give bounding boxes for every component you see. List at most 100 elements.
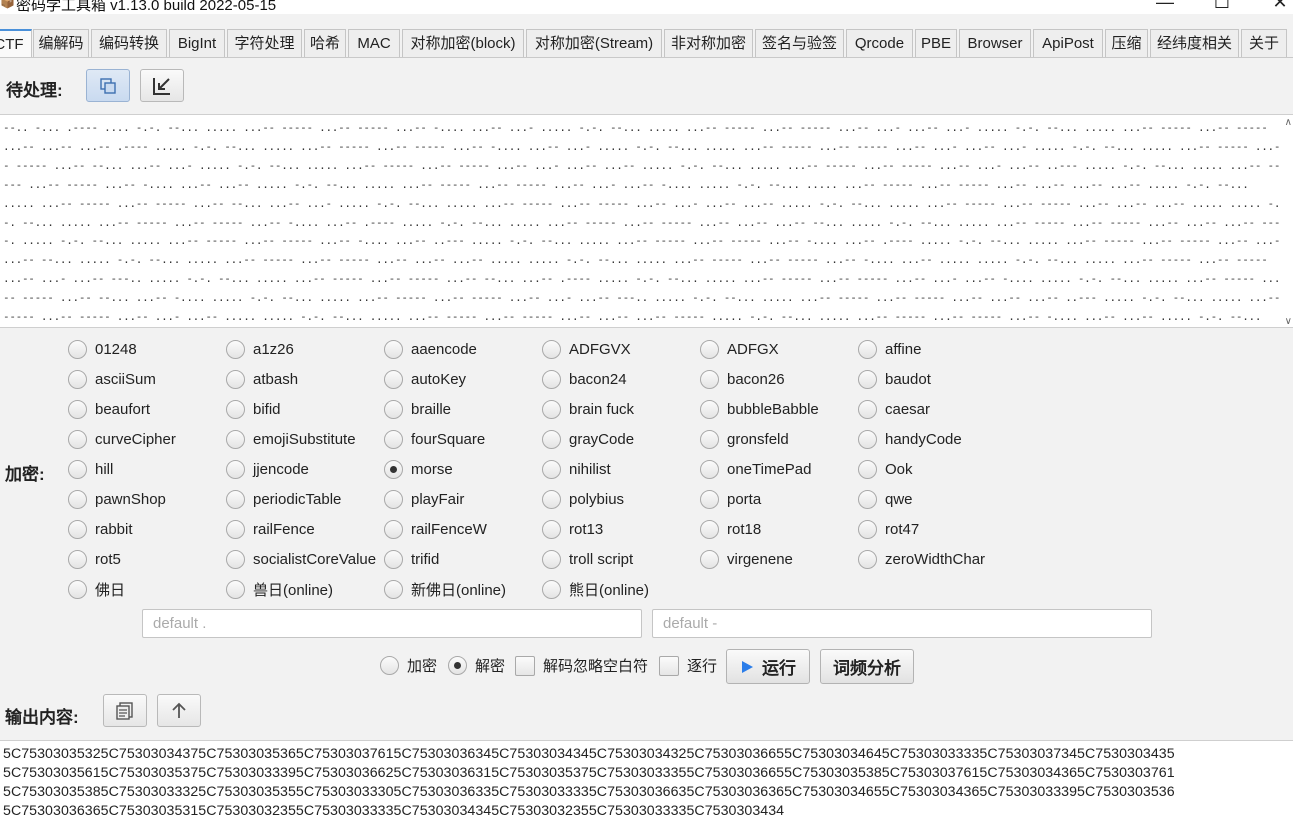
cipher-option[interactable]: rot13 xyxy=(542,517,603,541)
move-up-button[interactable] xyxy=(157,694,201,727)
scroll-down-icon[interactable]: ∨ xyxy=(1285,316,1292,327)
encrypt-option[interactable]: 加密 xyxy=(380,655,437,676)
cipher-option[interactable]: baudot xyxy=(858,367,931,391)
decrypt-radio[interactable] xyxy=(448,656,467,675)
tab-sign-verify[interactable]: 签名与验签 xyxy=(755,29,844,57)
cipher-option[interactable]: bacon24 xyxy=(542,367,627,391)
cipher-option[interactable]: troll script xyxy=(542,547,633,571)
frequency-analysis-button[interactable]: 词频分析 xyxy=(820,649,914,684)
cipher-radio[interactable] xyxy=(858,429,877,449)
cipher-radio[interactable] xyxy=(542,459,561,479)
cipher-option[interactable]: jjencode xyxy=(226,457,309,481)
cipher-radio[interactable] xyxy=(542,489,561,509)
per-line-option[interactable]: 逐行 xyxy=(659,655,717,676)
cipher-radio[interactable] xyxy=(700,399,719,419)
cipher-radio[interactable] xyxy=(226,519,245,539)
cipher-radio[interactable] xyxy=(384,429,403,449)
tab-symmetric-stream[interactable]: 对称加密(Stream) xyxy=(526,29,662,57)
cipher-radio[interactable] xyxy=(858,459,877,479)
cipher-option[interactable]: aaencode xyxy=(384,337,477,361)
cipher-radio[interactable] xyxy=(542,519,561,539)
cipher-option[interactable]: 兽日(online) xyxy=(226,577,333,601)
cipher-radio[interactable] xyxy=(542,369,561,389)
cipher-radio[interactable] xyxy=(542,549,561,569)
copy-input-button[interactable] xyxy=(86,69,130,102)
cipher-radio[interactable] xyxy=(226,429,245,449)
cipher-radio[interactable] xyxy=(68,369,87,389)
cipher-radio[interactable] xyxy=(384,369,403,389)
tab-hash[interactable]: 哈希 xyxy=(304,29,346,57)
cipher-option[interactable]: grayCode xyxy=(542,427,634,451)
cipher-radio[interactable] xyxy=(384,519,403,539)
cipher-option[interactable]: morse xyxy=(384,457,453,481)
cipher-option[interactable]: gronsfeld xyxy=(700,427,789,451)
cipher-option[interactable]: 佛日 xyxy=(68,577,125,601)
cipher-radio[interactable] xyxy=(226,369,245,389)
cipher-radio[interactable] xyxy=(226,339,245,359)
cipher-radio[interactable] xyxy=(68,429,87,449)
import-button[interactable] xyxy=(140,69,184,102)
cipher-option[interactable]: nihilist xyxy=(542,457,611,481)
tab-browser[interactable]: Browser xyxy=(959,29,1031,57)
copy-output-button[interactable] xyxy=(103,694,147,727)
cipher-radio[interactable] xyxy=(226,579,245,599)
tab-ctf[interactable]: CTF xyxy=(0,29,32,57)
tab-string-process[interactable]: 字符处理 xyxy=(227,29,302,57)
cipher-option[interactable]: qwe xyxy=(858,487,913,511)
close-button[interactable]: ✕ xyxy=(1270,0,1290,13)
cipher-option[interactable]: braille xyxy=(384,397,451,421)
cipher-radio[interactable] xyxy=(384,489,403,509)
encrypt-radio[interactable] xyxy=(380,656,399,675)
cipher-radio[interactable] xyxy=(700,549,719,569)
cipher-option[interactable]: playFair xyxy=(384,487,464,511)
cipher-radio[interactable] xyxy=(226,549,245,569)
tab-apipost[interactable]: ApiPost xyxy=(1033,29,1103,57)
cipher-option[interactable]: bacon26 xyxy=(700,367,785,391)
cipher-option[interactable]: rot18 xyxy=(700,517,761,541)
scroll-up-icon[interactable]: ∧ xyxy=(1285,117,1292,128)
cipher-option[interactable]: ADFGX xyxy=(700,337,779,361)
cipher-radio[interactable] xyxy=(858,519,877,539)
cipher-option[interactable]: Ook xyxy=(858,457,913,481)
cipher-option[interactable]: oneTimePad xyxy=(700,457,812,481)
cipher-radio[interactable] xyxy=(858,489,877,509)
key1-input[interactable] xyxy=(142,609,642,638)
key2-input[interactable] xyxy=(652,609,1152,638)
cipher-radio[interactable] xyxy=(226,399,245,419)
tab-mac[interactable]: MAC xyxy=(348,29,400,57)
cipher-radio[interactable] xyxy=(226,489,245,509)
tab-about[interactable]: 关于 xyxy=(1241,29,1287,57)
cipher-option[interactable]: 新佛日(online) xyxy=(384,577,506,601)
cipher-radio[interactable] xyxy=(858,399,877,419)
tab-compress[interactable]: 压缩 xyxy=(1105,29,1148,57)
cipher-option[interactable]: curveCipher xyxy=(68,427,176,451)
cipher-radio[interactable] xyxy=(700,369,719,389)
ignore-whitespace-option[interactable]: 解码忽略空白符 xyxy=(515,655,648,676)
cipher-option[interactable]: affine xyxy=(858,337,921,361)
cipher-option[interactable]: hill xyxy=(68,457,113,481)
tab-geo[interactable]: 经纬度相关 xyxy=(1150,29,1239,57)
cipher-radio[interactable] xyxy=(858,549,877,569)
cipher-option[interactable]: polybius xyxy=(542,487,624,511)
cipher-radio[interactable] xyxy=(68,489,87,509)
input-textarea[interactable]: --.. -... .---- .... -.-. --... ..... ..… xyxy=(0,114,1293,328)
cipher-radio[interactable] xyxy=(542,339,561,359)
cipher-option[interactable]: asciiSum xyxy=(68,367,156,391)
cipher-option[interactable]: beaufort xyxy=(68,397,150,421)
cipher-radio[interactable] xyxy=(542,579,561,599)
cipher-option[interactable]: emojiSubstitute xyxy=(226,427,356,451)
cipher-radio[interactable] xyxy=(384,399,403,419)
cipher-option[interactable]: bifid xyxy=(226,397,281,421)
cipher-option[interactable]: brain fuck xyxy=(542,397,634,421)
cipher-radio[interactable] xyxy=(384,339,403,359)
tab-bigint[interactable]: BigInt xyxy=(169,29,225,57)
tab-encoding-convert[interactable]: 编码转换 xyxy=(91,29,167,57)
cipher-option[interactable]: caesar xyxy=(858,397,930,421)
cipher-option[interactable]: ADFGVX xyxy=(542,337,631,361)
cipher-radio[interactable] xyxy=(542,429,561,449)
cipher-option[interactable]: rot5 xyxy=(68,547,121,571)
tab-encode-decode[interactable]: 编解码 xyxy=(33,29,89,57)
cipher-option[interactable]: handyCode xyxy=(858,427,962,451)
tab-asymmetric[interactable]: 非对称加密 xyxy=(664,29,753,57)
cipher-option[interactable]: rot47 xyxy=(858,517,919,541)
